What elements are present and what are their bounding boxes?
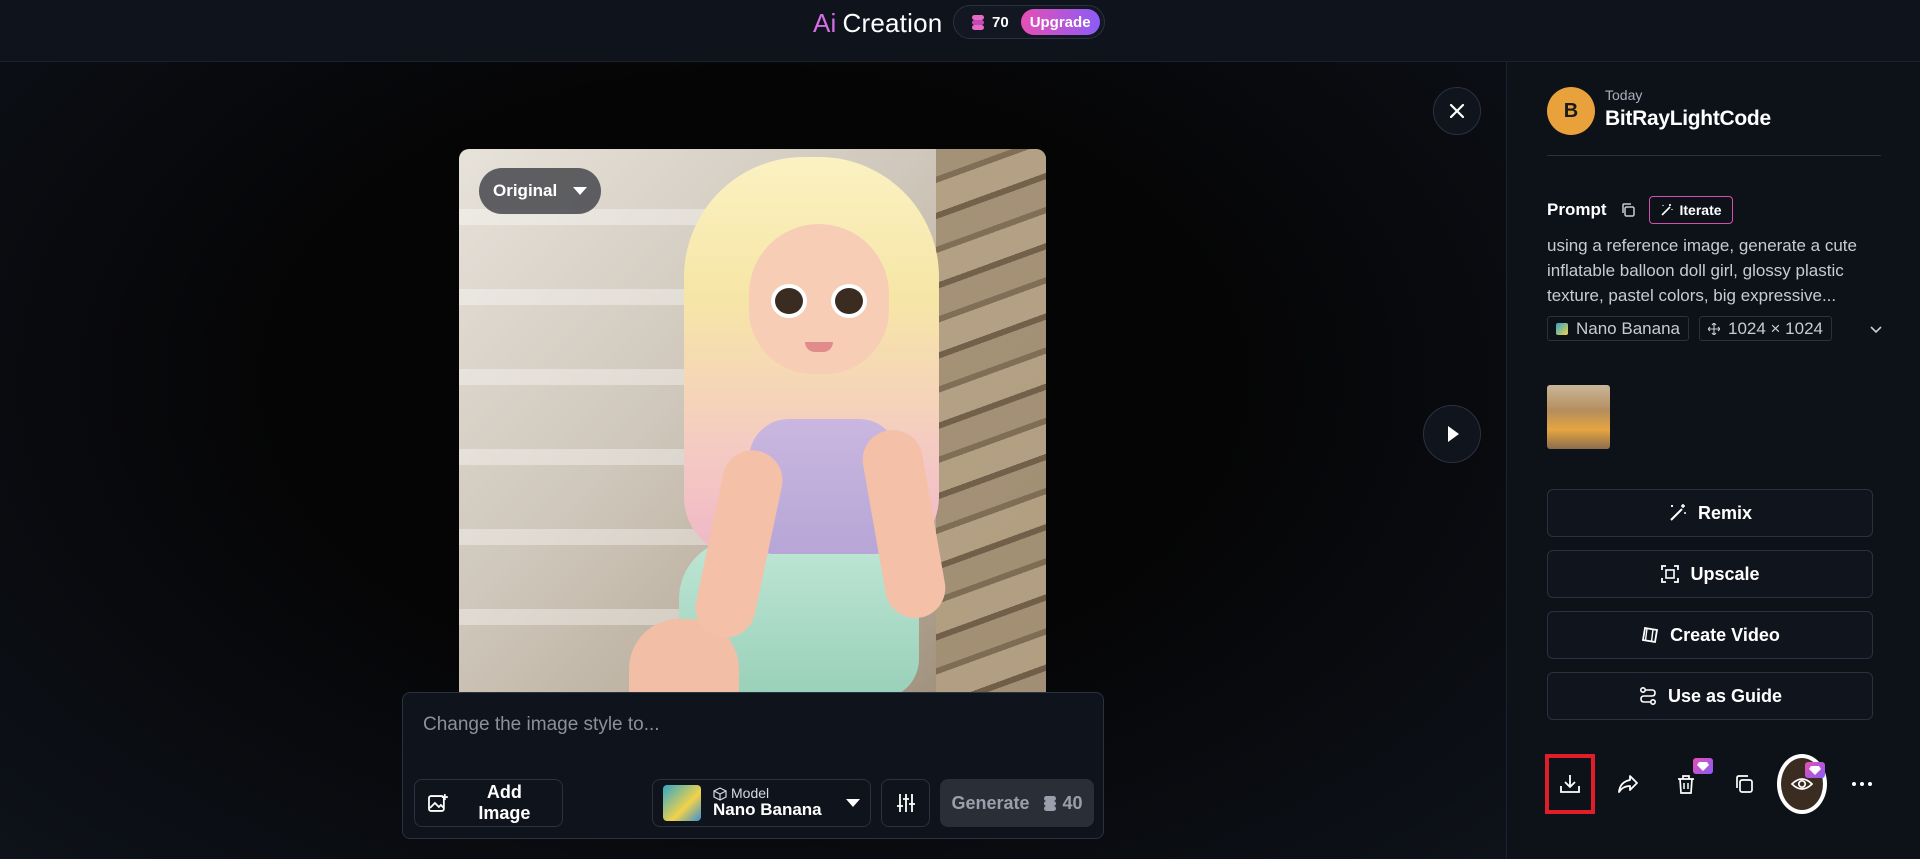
delete-button[interactable] xyxy=(1661,754,1713,814)
cube-icon xyxy=(713,786,727,801)
use-as-guide-button[interactable]: Use as Guide xyxy=(1547,672,1873,720)
size-tag: 1024 × 1024 xyxy=(1698,316,1832,341)
upscale-icon xyxy=(1661,565,1680,583)
model-caption: Model xyxy=(713,784,822,801)
username[interactable]: BitRayLightCode xyxy=(1605,107,1771,131)
image-stone-wall xyxy=(936,149,1046,735)
expand-details-button[interactable] xyxy=(1865,318,1887,340)
download-icon xyxy=(1560,775,1580,793)
iterate-button[interactable]: Iterate xyxy=(1648,196,1733,224)
premium-gem-icon xyxy=(1693,758,1713,774)
magic-wand-icon xyxy=(1670,504,1686,521)
visibility-button[interactable] xyxy=(1777,754,1827,814)
image-plus-icon xyxy=(428,794,448,812)
sliders-icon xyxy=(896,794,915,812)
generate-cost: 40 xyxy=(1042,793,1083,814)
chevron-down-icon xyxy=(1870,325,1882,333)
app-brand: Ai Creation xyxy=(813,8,942,38)
model-name: Nano Banana xyxy=(713,800,822,820)
brand-name: Creation xyxy=(842,7,943,38)
upgrade-button[interactable]: Upgrade xyxy=(1020,9,1100,35)
create-video-button[interactable]: Create Video xyxy=(1547,611,1873,659)
brand-prefix: Ai xyxy=(813,7,837,38)
creation-date: Today xyxy=(1605,87,1643,103)
close-button[interactable] xyxy=(1433,87,1481,135)
add-image-button[interactable]: Add Image xyxy=(414,779,563,827)
image-doll-mouth xyxy=(805,342,833,352)
premium-gem-icon xyxy=(1805,762,1825,778)
style-prompt-input[interactable] xyxy=(423,709,1083,741)
model-tag: Nano Banana xyxy=(1547,316,1689,341)
download-button[interactable] xyxy=(1545,754,1595,814)
model-caption-text: Model xyxy=(731,784,770,801)
image-viewer: Original Add Image xyxy=(0,62,1506,859)
size-tag-label: 1024 × 1024 xyxy=(1727,318,1823,338)
model-dropdown[interactable]: Model Nano Banana xyxy=(652,779,871,827)
details-panel: B Today BitRayLightCode Prompt Iterate u… xyxy=(1506,62,1920,859)
model-tag-label: Nano Banana xyxy=(1576,318,1680,338)
upscale-button[interactable]: Upscale xyxy=(1547,550,1873,598)
caret-down-icon xyxy=(573,187,588,195)
more-options-button[interactable] xyxy=(1837,754,1887,814)
image-doll-eye xyxy=(831,284,867,318)
caret-down-icon xyxy=(846,799,860,807)
upscale-label: Upscale xyxy=(1690,563,1760,584)
top-bar: Ai Creation 70 Upgrade xyxy=(0,0,1920,62)
image-doll-eye xyxy=(771,284,807,318)
remix-button[interactable]: Remix xyxy=(1547,489,1873,537)
share-button[interactable] xyxy=(1603,754,1653,814)
share-arrow-icon xyxy=(1618,775,1638,793)
create-video-label: Create Video xyxy=(1670,624,1780,645)
move-arrows-icon xyxy=(1707,322,1720,335)
use-as-guide-label: Use as Guide xyxy=(1667,685,1783,706)
magic-wand-icon xyxy=(1660,204,1673,216)
model-thumbnail-icon xyxy=(1556,322,1568,335)
next-image-button[interactable] xyxy=(1423,405,1481,463)
prompt-composer: Add Image Model Nano Banana Gener xyxy=(402,692,1104,839)
avatar[interactable]: B xyxy=(1547,87,1595,135)
divider xyxy=(1547,155,1881,156)
prompt-header: Prompt Iterate xyxy=(1547,196,1733,224)
prompt-title: Prompt xyxy=(1547,200,1607,219)
copy-prompt-button[interactable] xyxy=(1617,199,1639,221)
iterate-label: Iterate xyxy=(1679,202,1722,218)
generated-image[interactable]: Original xyxy=(459,149,1046,735)
image-toolbar xyxy=(1545,754,1885,814)
credits-count: 70 xyxy=(992,13,1009,31)
close-icon xyxy=(1449,103,1465,119)
generate-label: Generate xyxy=(951,792,1030,813)
prompt-text: using a reference image, generate a cute… xyxy=(1547,236,1857,305)
version-dropdown[interactable]: Original xyxy=(479,168,601,214)
generate-button[interactable]: Generate 40 xyxy=(940,779,1094,827)
more-horizontal-icon xyxy=(1852,782,1872,786)
settings-button[interactable] xyxy=(881,779,930,827)
model-thumbnail xyxy=(663,785,701,821)
version-label: Original xyxy=(493,181,558,200)
copy-icon xyxy=(1621,203,1635,217)
coins-icon xyxy=(1042,795,1058,811)
remix-label: Remix xyxy=(1697,502,1753,523)
reference-image-thumbnail[interactable] xyxy=(1547,385,1610,449)
play-next-icon xyxy=(1448,426,1459,442)
add-image-label: Add Image xyxy=(478,782,531,823)
film-icon xyxy=(1642,626,1659,644)
duplicate-button[interactable] xyxy=(1719,754,1769,814)
credits-pill: 70 Upgrade xyxy=(953,5,1105,39)
image-doll-face xyxy=(749,224,889,374)
coins-icon xyxy=(970,14,986,30)
copy-icon xyxy=(1736,775,1753,793)
trash-icon xyxy=(1678,775,1694,794)
route-icon xyxy=(1639,686,1656,706)
generation-tags: Nano Banana 1024 × 1024 xyxy=(1547,316,1887,341)
generate-cost-value: 40 xyxy=(1062,792,1083,813)
